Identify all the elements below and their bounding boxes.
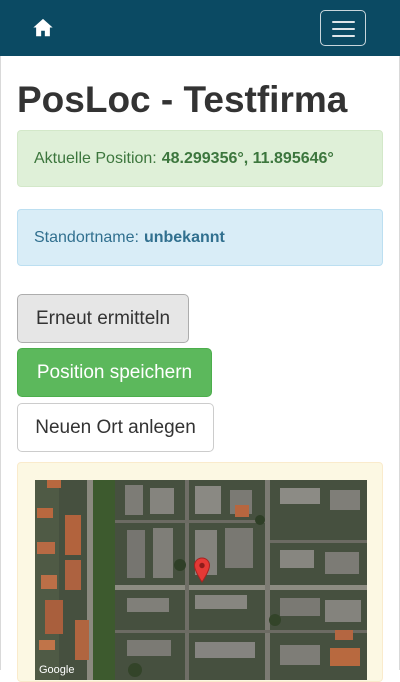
home-icon — [33, 18, 53, 37]
hamburger-menu-icon — [332, 21, 355, 23]
map-panel: Google — [17, 462, 383, 682]
hamburger-line — [332, 35, 355, 37]
save-position-button[interactable]: Position speichern — [17, 348, 212, 397]
home-button[interactable] — [32, 17, 54, 39]
new-location-button[interactable]: Neuen Ort anlegen — [17, 403, 214, 452]
page-title: PosLoc - Testfirma — [17, 79, 348, 120]
map-pin-icon — [193, 557, 211, 583]
location-name-alert: Standortname: unbekannt — [17, 209, 383, 266]
location-name-label: Standortname: — [34, 228, 139, 246]
hamburger-line — [332, 28, 355, 30]
menu-toggle-button[interactable] — [320, 10, 366, 46]
location-name-value: unbekannt — [143, 228, 225, 246]
redetermine-button[interactable]: Erneut ermitteln — [17, 294, 189, 343]
page-border — [0, 56, 1, 670]
position-value: 48.299356°, 11.895646° — [161, 149, 334, 167]
position-label: Aktuelle Position: — [34, 149, 157, 167]
position-alert: Aktuelle Position: 48.299356°, 11.895646… — [17, 130, 383, 187]
satellite-map[interactable]: Google — [35, 480, 367, 680]
map-attribution: Google — [39, 664, 75, 676]
navbar — [0, 0, 400, 56]
